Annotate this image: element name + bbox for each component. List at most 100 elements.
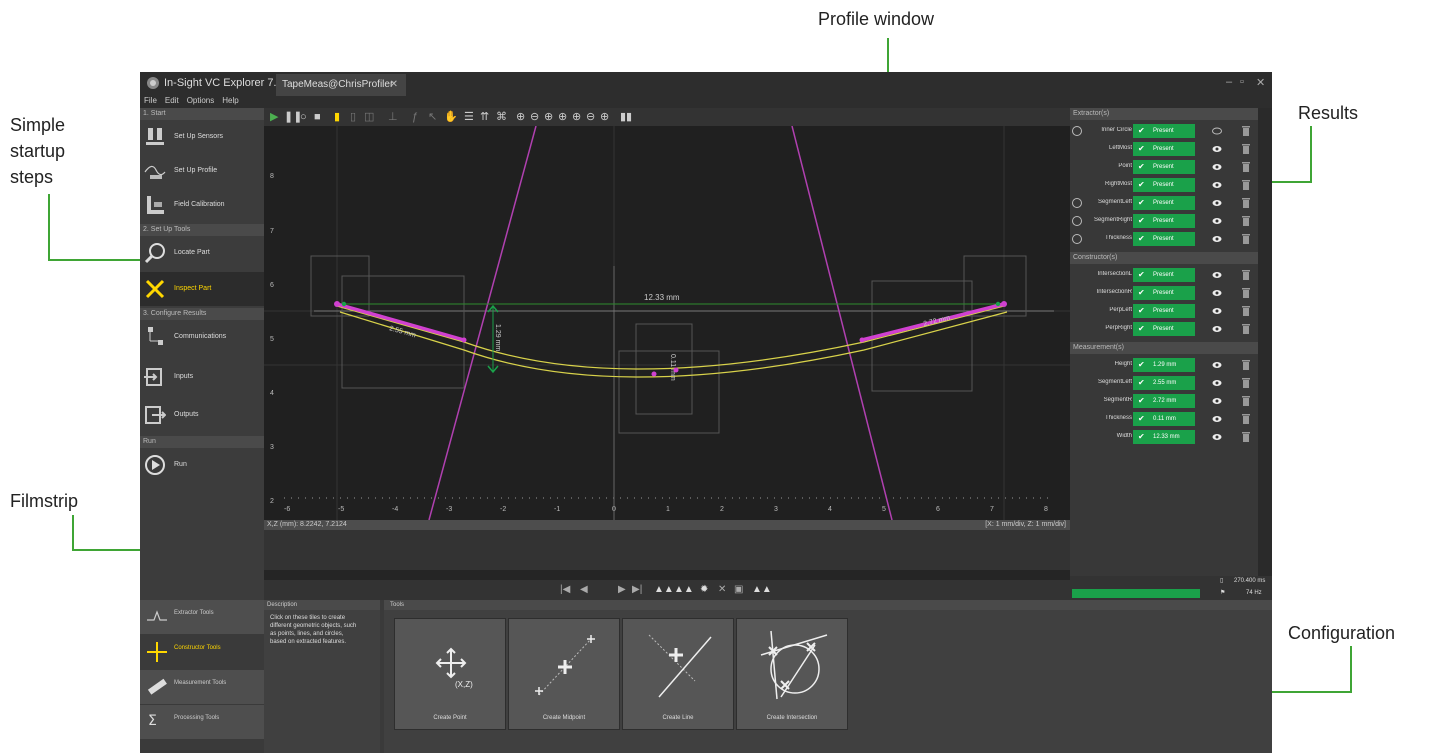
step-inspect-part[interactable]: Inspect Part <box>140 272 264 306</box>
create-line-tile[interactable]: Create Line <box>622 618 734 730</box>
grid-toggle-icon[interactable]: ▮ <box>334 111 340 123</box>
minimize-icon[interactable]: – <box>1226 76 1232 88</box>
eye-icon[interactable] <box>1212 361 1222 369</box>
tab-constructor-tools[interactable]: Constructor Tools <box>140 635 264 670</box>
save-frame-icon[interactable]: ▣ <box>734 584 743 595</box>
play-icon[interactable]: ▶ <box>270 111 278 123</box>
result-row[interactable]: Point ✔ Present <box>1070 158 1258 176</box>
tab-extractor-tools[interactable]: Extractor Tools <box>140 600 264 635</box>
maximize-icon[interactable]: ▫ <box>1240 76 1244 88</box>
eye-icon[interactable] <box>1212 235 1222 243</box>
create-point-tile[interactable]: (X,Z) Create Point <box>394 618 506 730</box>
eye-icon[interactable] <box>1212 271 1222 279</box>
expand-icon[interactable] <box>1072 198 1082 208</box>
result-row[interactable]: SegmentR ✔ 2.72 mm <box>1070 392 1258 410</box>
result-row[interactable]: LeftMost ✔ Present <box>1070 140 1258 158</box>
step-set-up-sensors[interactable]: Set Up Sensors <box>140 120 264 154</box>
profile-snapshot-icon[interactable]: ▲▲ <box>654 584 674 595</box>
marker-icon[interactable]: ƒ <box>412 111 418 123</box>
trash-icon[interactable] <box>1242 161 1250 172</box>
eye-icon[interactable] <box>1212 379 1222 387</box>
step-set-up-profile[interactable]: Set Up Profile <box>140 154 264 188</box>
next-frame-icon[interactable]: ▶ <box>618 584 626 595</box>
trash-icon[interactable] <box>1242 395 1250 406</box>
eye-icon[interactable] <box>1212 325 1222 333</box>
eye-icon[interactable] <box>1212 145 1222 153</box>
trash-icon[interactable] <box>1242 197 1250 208</box>
profile-window[interactable]: 8 7 6 5 4 3 2 -6 -5 -4 -3 -2 -1 0 1 2 3 … <box>264 126 1070 520</box>
first-frame-icon[interactable]: |◀ <box>560 584 570 595</box>
step-communications[interactable]: Communications <box>140 320 264 354</box>
result-row[interactable]: Thickness ✔ Present <box>1070 230 1258 248</box>
zoom-in-icon[interactable]: ⊕ <box>516 111 525 123</box>
step-field-calibration[interactable]: Field Calibration <box>140 188 264 222</box>
trash-icon[interactable] <box>1242 413 1250 424</box>
step-outputs[interactable]: Outputs <box>140 398 264 432</box>
result-row[interactable]: PerpLeft ✔ Present <box>1070 302 1258 320</box>
result-row[interactable]: SegmentLeft ✔ Present <box>1070 194 1258 212</box>
eye-icon[interactable] <box>1212 415 1222 423</box>
result-row[interactable]: SegmentLeft ✔ 2.55 mm <box>1070 374 1258 392</box>
trash-icon[interactable] <box>1242 305 1250 316</box>
tab-processing-tools[interactable]: Σ Processing Tools <box>140 705 264 740</box>
result-row[interactable]: IntersectionL ✔ Present <box>1070 266 1258 284</box>
trash-icon[interactable] <box>1242 323 1250 334</box>
align-icon[interactable]: ☰ <box>464 111 474 123</box>
pan-hand-icon[interactable]: ✋ <box>444 111 458 123</box>
visibility-off-icon[interactable] <box>1212 127 1222 135</box>
create-midpoint-tile[interactable]: Create Midpoint <box>508 618 620 730</box>
results-scrollbar[interactable] <box>1258 108 1272 600</box>
step-run[interactable]: Run <box>140 448 264 482</box>
result-row[interactable]: PerpRight ✔ Present <box>1070 320 1258 338</box>
profile-compare-icon[interactable]: ▲▲ <box>674 584 694 595</box>
eye-icon[interactable] <box>1212 433 1222 441</box>
zoom-reset-icon[interactable]: ⊖ <box>586 111 595 123</box>
trash-icon[interactable] <box>1242 215 1250 226</box>
filmstrip[interactable] <box>264 530 1070 570</box>
result-row[interactable]: SegmentRight ✔ Present <box>1070 212 1258 230</box>
result-row[interactable]: Inner Circle ✔ Present <box>1070 122 1258 140</box>
expand-icon[interactable] <box>1072 234 1082 244</box>
view-icon[interactable]: ▯ <box>350 111 356 123</box>
profile-export-icon[interactable]: ▲▲ <box>752 584 772 595</box>
menu-file[interactable]: File <box>144 96 157 105</box>
result-row[interactable]: RightMost ✔ Present <box>1070 176 1258 194</box>
eye-icon[interactable] <box>1212 397 1222 405</box>
trash-icon[interactable] <box>1242 233 1250 244</box>
columns-icon[interactable]: ▮▮ <box>620 111 632 123</box>
expand-icon[interactable] <box>1072 126 1082 136</box>
result-row[interactable]: Thickness ✔ 0.11 mm <box>1070 410 1258 428</box>
document-tab[interactable]: TapeMeas@ChrisProfiler ✕ <box>276 74 406 96</box>
expand-icon[interactable] <box>1072 216 1082 226</box>
menu-help[interactable]: Help <box>222 96 238 105</box>
filmstrip-scrollbar[interactable] <box>264 570 1070 580</box>
menu-options[interactable]: Options <box>187 96 215 105</box>
delete-frame-icon[interactable]: ✕ <box>718 584 726 595</box>
distribute-icon[interactable]: ⇈ <box>480 111 489 123</box>
split-icon[interactable]: ◫ <box>364 111 374 123</box>
eye-icon[interactable] <box>1212 181 1222 189</box>
zoom-out-icon[interactable]: ⊖ <box>530 111 539 123</box>
result-row[interactable]: Width ✔ 12.33 mm <box>1070 428 1258 446</box>
zoom-fit-icon[interactable]: ⊕ <box>572 111 581 123</box>
pointer-icon[interactable]: ↖ <box>428 111 437 123</box>
menu-edit[interactable]: Edit <box>165 96 179 105</box>
fit-icon[interactable]: ⌘ <box>496 111 507 123</box>
last-frame-icon[interactable]: ▶| <box>632 584 642 595</box>
eye-icon[interactable] <box>1212 163 1222 171</box>
eye-icon[interactable] <box>1212 217 1222 225</box>
trash-icon[interactable] <box>1242 431 1250 442</box>
eye-icon[interactable] <box>1212 199 1222 207</box>
trash-icon[interactable] <box>1242 377 1250 388</box>
zoom-region-icon[interactable]: ⊕ <box>600 111 609 123</box>
close-tab-icon[interactable]: ✕ <box>390 74 398 96</box>
edit-icon[interactable]: ⊥ <box>388 111 398 123</box>
trash-icon[interactable] <box>1242 287 1250 298</box>
settings-gear-icon[interactable]: ✹ <box>700 584 708 595</box>
trash-icon[interactable] <box>1242 359 1250 370</box>
step-locate-part[interactable]: Locate Part <box>140 236 264 270</box>
eye-icon[interactable] <box>1212 289 1222 297</box>
trash-icon[interactable] <box>1242 179 1250 190</box>
trash-icon[interactable] <box>1242 125 1250 136</box>
step-inputs[interactable]: Inputs <box>140 360 264 394</box>
